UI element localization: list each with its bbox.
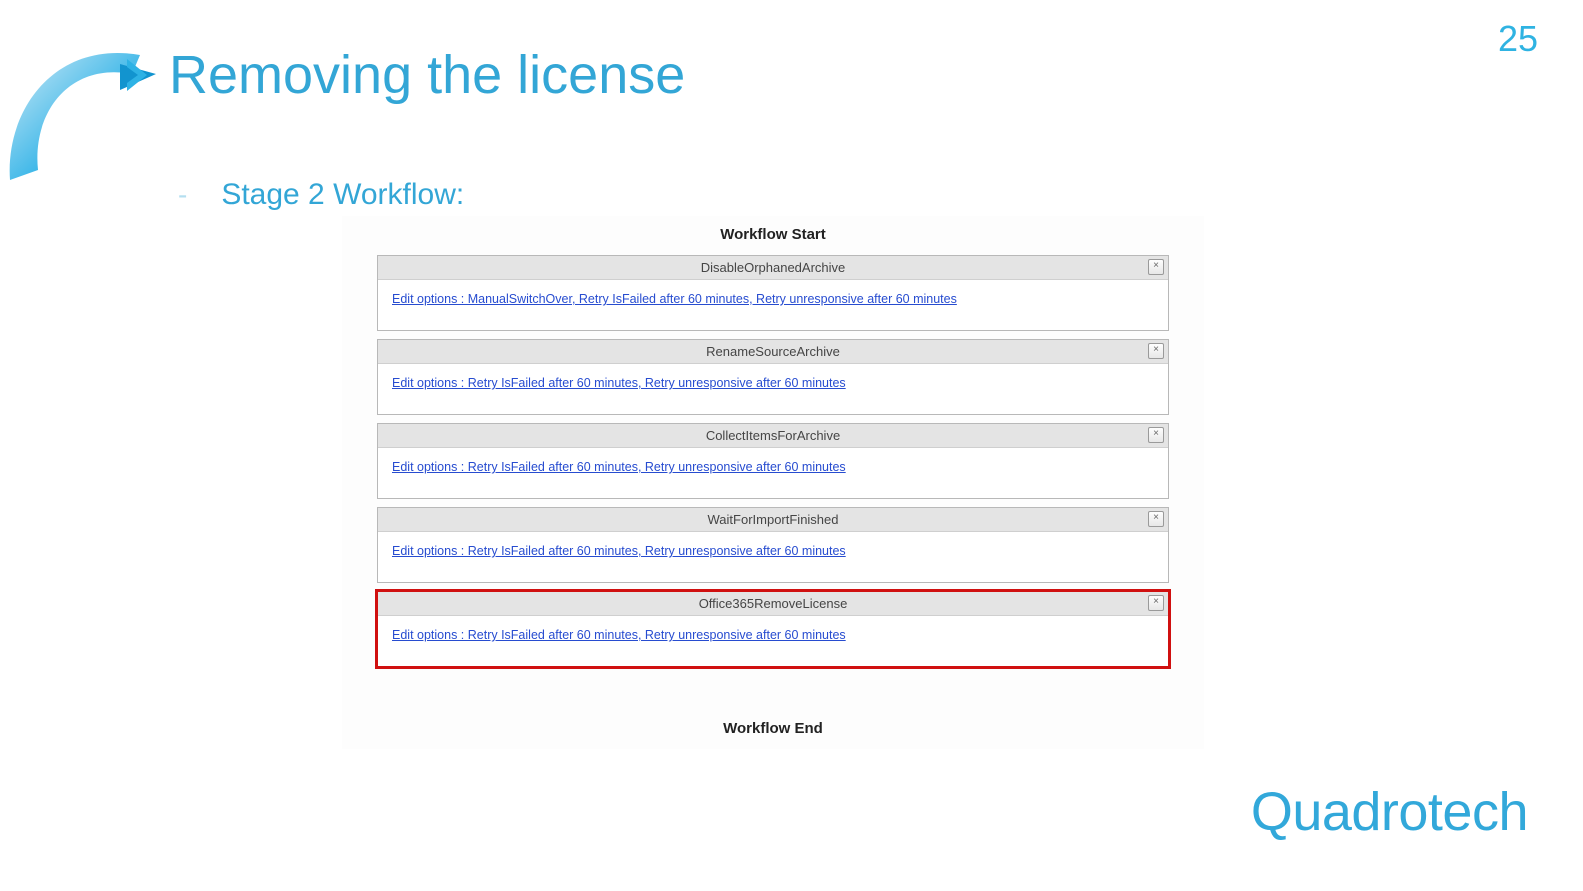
workflow-step-name: RenameSourceArchive — [706, 344, 840, 359]
body-content: - Stage 2 Workflow: — [178, 178, 464, 212]
edit-options-link[interactable]: Edit options : Retry IsFailed after 60 m… — [392, 460, 846, 474]
workflow-step-body: Edit options : Retry IsFailed after 60 m… — [378, 364, 1168, 414]
bullet-marker: - — [178, 179, 187, 211]
close-icon[interactable]: × — [1148, 427, 1164, 443]
workflow-step: RenameSourceArchive × Edit options : Retry… — [377, 339, 1169, 415]
edit-options-link[interactable]: Edit options : Retry IsFailed after 60 m… — [392, 628, 846, 642]
chevron-right-icon — [125, 57, 151, 93]
workflow-step: DisableOrphanedArchive × Edit options : Ma… — [377, 255, 1169, 331]
workflow-step: CollectItemsForArchive × Edit options : Re… — [377, 423, 1169, 499]
workflow-step-header: CollectItemsForArchive × — [378, 424, 1168, 448]
close-icon[interactable]: × — [1148, 595, 1164, 611]
workflow-start-label: Workflow Start — [342, 216, 1204, 255]
edit-options-link[interactable]: Edit options : Retry IsFailed after 60 m… — [392, 376, 846, 390]
page-number: 25 — [1498, 18, 1538, 60]
slide-title-row: Removing the license — [125, 44, 685, 106]
workflow-step-name: WaitForImportFinished — [708, 512, 839, 527]
slide-title: Removing the license — [169, 44, 685, 106]
workflow-step-header: Office365RemoveLicense × — [378, 592, 1168, 616]
close-icon[interactable]: × — [1148, 259, 1164, 275]
workflow-end-label: Workflow End — [342, 675, 1204, 749]
workflow-step-body: Edit options : Retry IsFailed after 60 m… — [378, 532, 1168, 582]
workflow-step-header: RenameSourceArchive × — [378, 340, 1168, 364]
brand-logo: Quadrotech — [1251, 781, 1528, 843]
workflow-step-header: DisableOrphanedArchive × — [378, 256, 1168, 280]
workflow-step-body: Edit options : Retry IsFailed after 60 m… — [378, 448, 1168, 498]
workflow-step-header: WaitForImportFinished × — [378, 508, 1168, 532]
edit-options-link[interactable]: Edit options : Retry IsFailed after 60 m… — [392, 544, 846, 558]
workflow-step-name: DisableOrphanedArchive — [701, 260, 846, 275]
close-icon[interactable]: × — [1148, 511, 1164, 527]
workflow-step: Office365RemoveLicense × Edit options : Re… — [377, 591, 1169, 667]
bullet-text: Stage 2 Workflow: — [221, 178, 464, 212]
workflow-step-body: Edit options : Retry IsFailed after 60 m… — [378, 616, 1168, 666]
workflow-step-name: Office365RemoveLicense — [699, 596, 848, 611]
workflow-step-name: CollectItemsForArchive — [706, 428, 840, 443]
workflow-step-body: Edit options : ManualSwitchOver, Retry I… — [378, 280, 1168, 330]
bullet-row: - Stage 2 Workflow: — [178, 178, 464, 212]
workflow-panel: Workflow Start DisableOrphanedArchive × Ed… — [342, 216, 1204, 749]
workflow-step: WaitForImportFinished × Edit options : Ret… — [377, 507, 1169, 583]
edit-options-link[interactable]: Edit options : ManualSwitchOver, Retry I… — [392, 292, 957, 306]
close-icon[interactable]: × — [1148, 343, 1164, 359]
